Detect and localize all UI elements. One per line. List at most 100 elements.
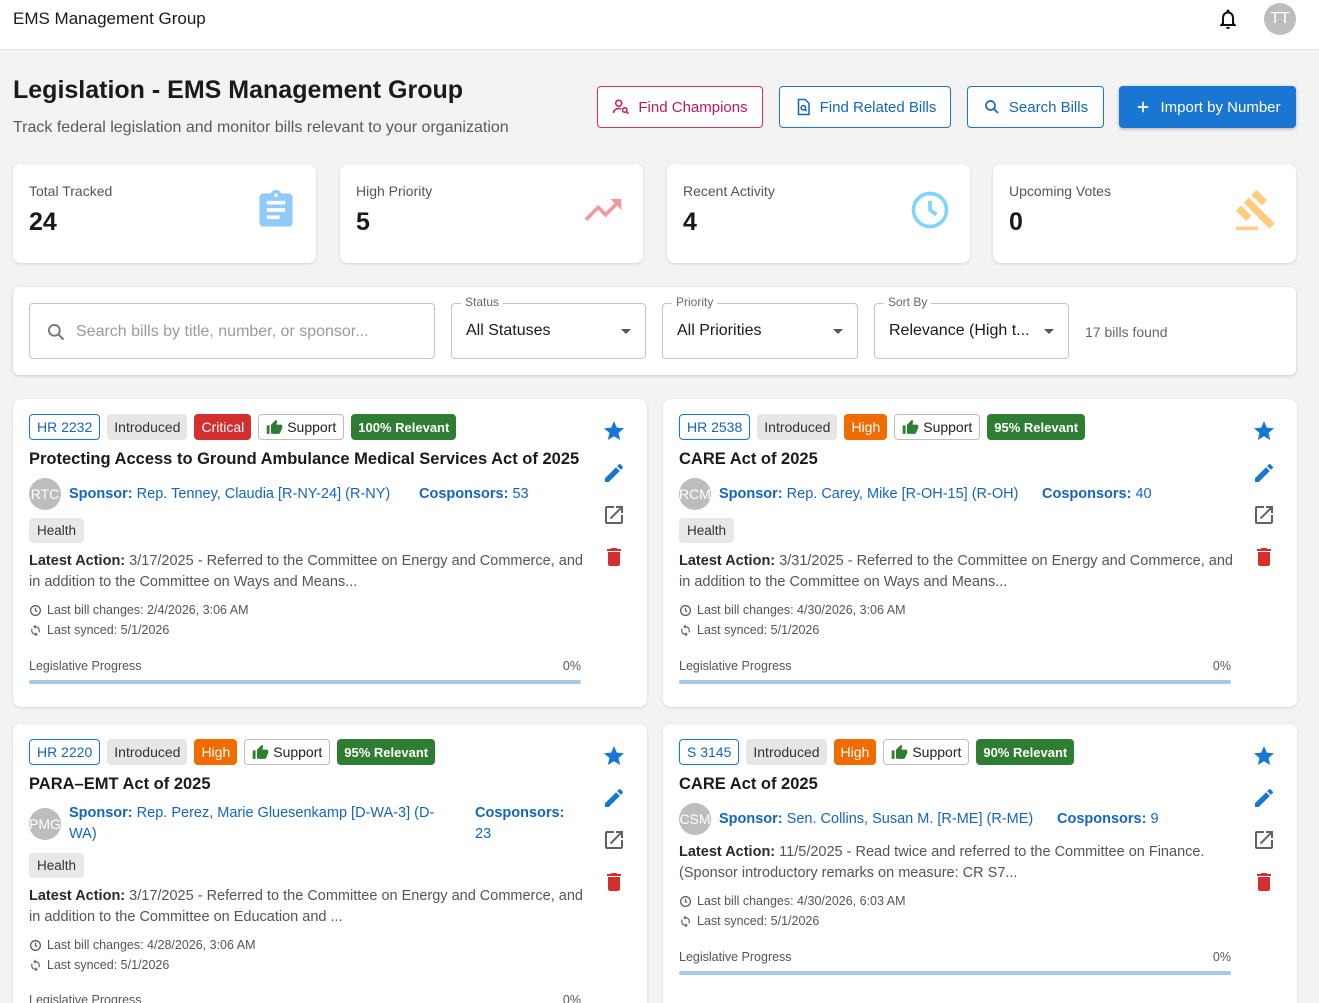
last-synced: Last synced: 5/1/2026 xyxy=(679,914,819,928)
stat-card-recent-activity: Recent Activity 4 xyxy=(667,164,970,263)
bill-number-chip[interactable]: S 3145 xyxy=(679,739,740,765)
last-synced-text: Last synced: 5/1/2026 xyxy=(47,958,170,972)
sync-icon xyxy=(31,959,40,971)
edit-icon[interactable] xyxy=(602,786,626,810)
delete-icon[interactable] xyxy=(602,870,626,894)
find-related-bills-button[interactable]: Find Related Bills xyxy=(779,86,951,128)
last-synced: Last synced: 5/1/2026 xyxy=(29,623,169,637)
clock-icon xyxy=(911,191,949,229)
app-title: EMS Management Group xyxy=(13,9,206,28)
import-by-number-button[interactable]: Import by Number xyxy=(1119,86,1296,128)
last-synced-text: Last synced: 5/1/2026 xyxy=(697,914,820,928)
clock-icon xyxy=(680,604,691,616)
delete-icon[interactable] xyxy=(1252,545,1276,569)
stance-label: Support xyxy=(912,744,962,760)
stat-label: Recent Activity xyxy=(683,183,775,199)
subject-tag: Health xyxy=(29,518,85,543)
sort-select-label: Sort By xyxy=(884,295,932,309)
stat-label: Total Tracked xyxy=(29,183,113,199)
status-select-label: Status xyxy=(461,295,504,309)
open-in-new-icon[interactable] xyxy=(1252,503,1276,527)
stance-chip: Support xyxy=(258,414,345,440)
last-changes: Last bill changes: 2/4/2026, 3:06 AM xyxy=(29,603,249,617)
bill-number-chip[interactable]: HR 2538 xyxy=(679,414,751,440)
stat-value: 0 xyxy=(1009,208,1023,236)
clock-icon xyxy=(30,604,41,616)
bill-title[interactable]: CARE Act of 2025 xyxy=(679,775,818,794)
edit-icon[interactable] xyxy=(1252,461,1276,485)
edit-icon[interactable] xyxy=(602,461,626,485)
bell-icon[interactable] xyxy=(1216,7,1240,31)
last-synced: Last synced: 5/1/2026 xyxy=(679,623,819,637)
latest-action: Latest Action: 3/31/2025 - Referred to t… xyxy=(679,551,1239,593)
stat-label: Upcoming Votes xyxy=(1009,183,1111,199)
stance-chip: Support xyxy=(244,739,331,765)
bill-search-box[interactable] xyxy=(29,303,435,359)
cosponsors-line: Cosponsors: 53 xyxy=(419,484,529,505)
last-changes: Last bill changes: 4/30/2026, 3:06 AM xyxy=(679,603,905,617)
sponsor-line[interactable]: Sponsor: Rep. Carey, Mike [R-OH-15] (R-O… xyxy=(719,484,1049,505)
page-subtitle: Track federal legislation and monitor bi… xyxy=(13,119,509,136)
bill-title[interactable]: Protecting Access to Ground Ambulance Me… xyxy=(29,450,579,469)
open-in-new-icon[interactable] xyxy=(602,503,626,527)
delete-icon[interactable] xyxy=(602,545,626,569)
cosponsors-count: 9 xyxy=(1150,811,1159,827)
star-icon[interactable] xyxy=(602,744,626,768)
last-synced: Last synced: 5/1/2026 xyxy=(29,958,169,972)
edit-icon[interactable] xyxy=(1252,786,1276,810)
priority-select[interactable]: Priority All Priorities xyxy=(662,295,858,359)
page-title: Legislation - EMS Management Group xyxy=(13,76,464,104)
status-chip: Introduced xyxy=(757,414,838,440)
cosponsors-count: 53 xyxy=(512,486,529,502)
cosponsors-label: Cosponsors: xyxy=(1042,486,1132,502)
priority-chip: High xyxy=(194,739,238,765)
thumb-up-icon xyxy=(892,744,908,759)
open-in-new-icon[interactable] xyxy=(1252,828,1276,852)
progress-bar xyxy=(29,680,581,684)
gavel-icon xyxy=(1235,189,1275,231)
open-in-new-icon[interactable] xyxy=(602,828,626,852)
stat-card-total-tracked: Total Tracked 24 xyxy=(13,164,316,263)
stance-chip: Support xyxy=(894,414,981,440)
search-bills-button[interactable]: Search Bills xyxy=(967,86,1104,128)
find-champions-button[interactable]: Find Champions xyxy=(597,86,763,128)
bill-number-chip[interactable]: HR 2232 xyxy=(29,414,101,440)
star-icon[interactable] xyxy=(1252,744,1276,768)
last-changes-text: Last bill changes: 4/30/2026, 3:06 AM xyxy=(697,603,906,617)
latest-action-label: Latest Action: xyxy=(679,844,776,860)
last-changes-text: Last bill changes: 2/4/2026, 3:06 AM xyxy=(47,603,249,617)
bill-search-input[interactable] xyxy=(76,318,426,346)
filter-bar: Status All Statuses Priority All Priorit… xyxy=(13,287,1296,375)
bill-title[interactable]: CARE Act of 2025 xyxy=(679,450,818,469)
sponsor-line[interactable]: Sponsor: Sen. Collins, Susan M. [R-ME] (… xyxy=(719,809,1049,830)
last-changes-text: Last bill changes: 4/30/2026, 6:03 AM xyxy=(697,894,906,908)
bill-card: HR 2538 Introduced High Support 95% Rele… xyxy=(663,399,1297,707)
progress-label: Legislative Progress xyxy=(29,993,142,1003)
sponsor-name: Sen. Collins, Susan M. [R-ME] (R-ME) xyxy=(786,811,1034,827)
relevance-chip: 95% Relevant xyxy=(337,739,436,765)
stance-label: Support xyxy=(273,744,323,760)
stat-value: 5 xyxy=(356,208,370,236)
progress-label: Legislative Progress xyxy=(679,950,792,964)
star-icon[interactable] xyxy=(1252,419,1276,443)
delete-icon[interactable] xyxy=(1252,870,1276,894)
bill-number-chip[interactable]: HR 2220 xyxy=(29,739,101,765)
status-select[interactable]: Status All Statuses xyxy=(451,295,646,359)
sponsor-avatar: PMG xyxy=(29,808,61,840)
progress-percent: 0% xyxy=(1212,950,1231,964)
progress-bar xyxy=(679,971,1231,975)
sort-select[interactable]: Sort By Relevance (High t... xyxy=(874,295,1069,359)
sponsor-avatar: RCM xyxy=(679,478,711,510)
sponsor-line[interactable]: Sponsor: Rep. Perez, Marie Gluesenkamp [… xyxy=(69,803,459,845)
stat-card-high-priority: High Priority 5 xyxy=(340,164,643,263)
subject-tag: Health xyxy=(679,518,735,543)
user-avatar[interactable]: TT xyxy=(1264,3,1296,35)
status-chip: Introduced xyxy=(746,739,827,765)
stat-value: 4 xyxy=(683,208,697,236)
sponsor-line[interactable]: Sponsor: Rep. Tenney, Claudia [R-NY-24] … xyxy=(69,484,409,505)
thumb-up-icon xyxy=(252,744,269,759)
star-icon[interactable] xyxy=(602,419,626,443)
bill-title[interactable]: PARA–EMT Act of 2025 xyxy=(29,775,211,794)
sponsor-label: Sponsor: xyxy=(69,486,133,502)
sort-select-value: Relevance (High t... xyxy=(889,322,1030,339)
